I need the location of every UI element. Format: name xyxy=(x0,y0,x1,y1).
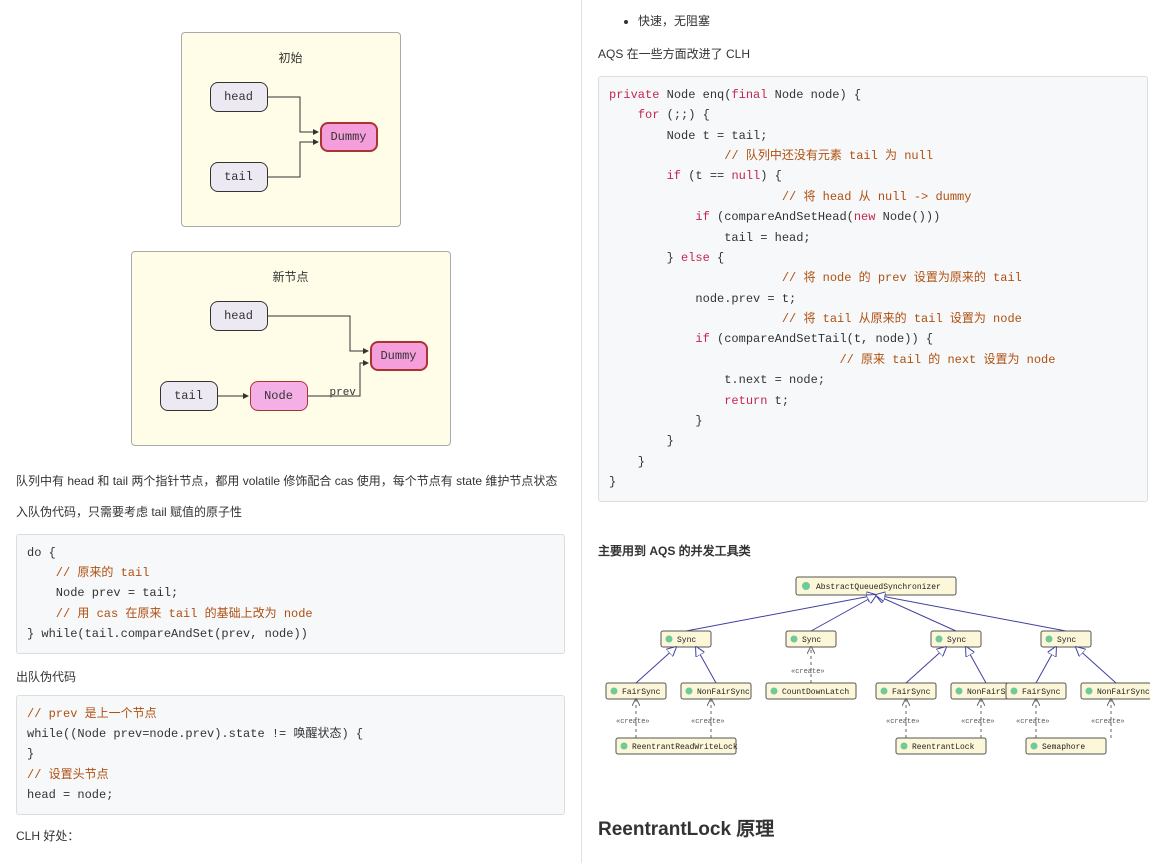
diagram-initial: 初始 head tail Dummy xyxy=(14,32,567,227)
diagram-title-1: 初始 xyxy=(210,49,372,66)
node-tail-2: tail xyxy=(160,381,218,411)
svg-text:ReentrantLock: ReentrantLock xyxy=(912,743,975,752)
left-column: 初始 head tail Dummy 新节点 head tail Node Du… xyxy=(0,0,582,863)
svg-text:NonFairSync: NonFairSync xyxy=(1097,688,1150,697)
node-head: head xyxy=(210,82,268,112)
svg-text:«create»: «create» xyxy=(961,718,995,726)
svg-text:Semaphore: Semaphore xyxy=(1042,743,1085,752)
svg-text:CountDownLatch: CountDownLatch xyxy=(782,688,849,697)
svg-text:«create»: «create» xyxy=(691,718,725,726)
aqs-improve-para: AQS 在一些方面改进了 CLH xyxy=(598,43,1148,66)
label-prev: prev xyxy=(330,387,356,399)
node-dummy: Dummy xyxy=(320,122,378,152)
svg-text:«create»: «create» xyxy=(1091,718,1125,726)
svg-text:«create»: «create» xyxy=(886,718,920,726)
para-enqueue: 入队伪代码，只需要考虑 tail 赋值的原子性 xyxy=(16,501,565,524)
svg-text:Sync: Sync xyxy=(947,636,966,645)
list-item: 快速，无阻塞 xyxy=(638,12,1150,29)
code-dequeue: // prev 是上一个节点 while((Node prev=node.pre… xyxy=(16,695,565,815)
svg-text:NonFairSync: NonFairSync xyxy=(697,688,750,697)
para-pointers: 队列中有 head 和 tail 两个指针节点，都用 volatile 修饰配合… xyxy=(16,470,565,493)
node-head-2: head xyxy=(210,301,268,331)
svg-text:Sync: Sync xyxy=(677,636,696,645)
label-dequeue: 出队伪代码 xyxy=(16,668,565,685)
code-enq-method: private Node enq(final Node node) { for … xyxy=(598,76,1148,502)
node-tail: tail xyxy=(210,162,268,192)
right-column: 快速，无阻塞 AQS 在一些方面改进了 CLH private Node enq… xyxy=(582,0,1164,863)
svg-text:FairSync: FairSync xyxy=(892,688,931,697)
heading-aqs-tools: 主要用到 AQS 的并发工具类 xyxy=(598,542,1148,559)
uml-diagram: AbstractQueuedSynchronizer Sync Sync Sync S… xyxy=(596,573,1150,786)
uml-root: AbstractQueuedSynchronizer xyxy=(816,583,941,592)
node-node: Node xyxy=(250,381,308,411)
svg-text:ReentrantReadWriteLock: ReentrantReadWriteLock xyxy=(632,743,738,752)
node-dummy-2: Dummy xyxy=(370,341,428,371)
diagram-title-2: 新节点 xyxy=(160,268,422,285)
svg-text:FairSync: FairSync xyxy=(1022,688,1061,697)
clh-benefits-label: CLH 好处： xyxy=(16,825,565,848)
svg-text:«create»: «create» xyxy=(616,718,650,726)
heading-reentrantlock: ReentrantLock 原理 xyxy=(598,814,1148,841)
svg-text:Sync: Sync xyxy=(802,636,821,645)
diagram-new-node: 新节点 head tail Node Dummy prev xyxy=(14,251,567,446)
svg-text:Sync: Sync xyxy=(1057,636,1076,645)
svg-text:FairSync: FairSync xyxy=(622,688,661,697)
svg-text:«create»: «create» xyxy=(791,668,825,676)
clh-benefits-list: 快速，无阻塞 xyxy=(638,12,1150,29)
code-enqueue: do { // 原来的 tail Node prev = tail; // 用 … xyxy=(16,534,565,654)
svg-text:«create»: «create» xyxy=(1016,718,1050,726)
